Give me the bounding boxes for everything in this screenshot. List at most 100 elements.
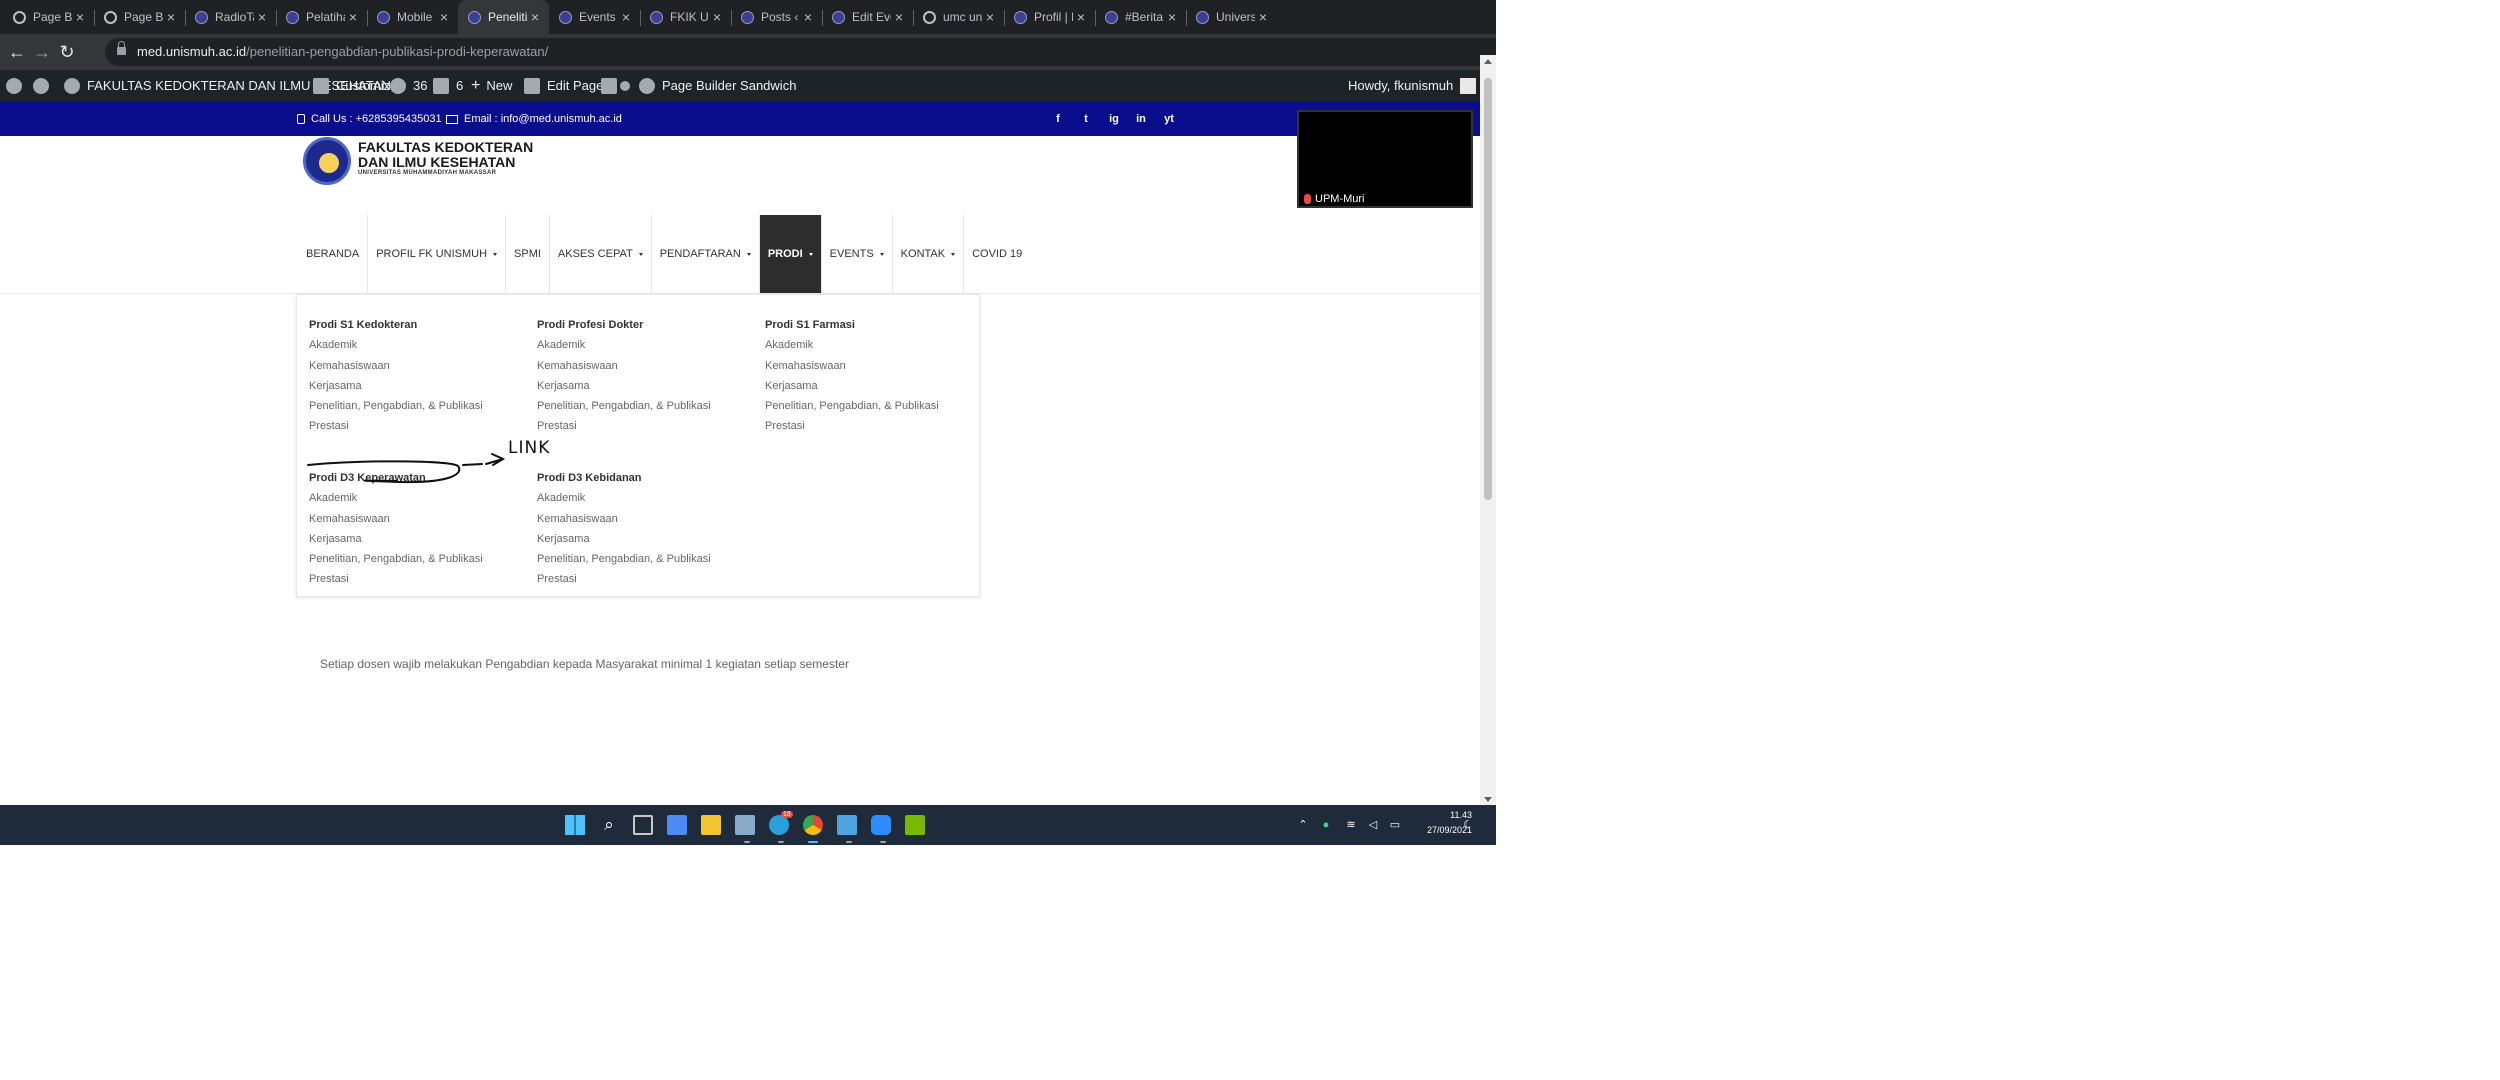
mega-menu-link[interactable]: Kerjasama bbox=[309, 376, 529, 396]
admin-search-icon[interactable]: ⌕ bbox=[1460, 70, 1468, 102]
back-icon[interactable]: ← bbox=[5, 40, 29, 64]
mega-menu-link[interactable]: Akademik bbox=[765, 335, 985, 355]
close-tab-icon[interactable]: × bbox=[618, 9, 634, 25]
close-tab-icon[interactable]: × bbox=[982, 9, 998, 25]
customizer-icon[interactable] bbox=[33, 70, 56, 102]
forward-icon[interactable]: → bbox=[30, 40, 54, 64]
close-tab-icon[interactable]: × bbox=[254, 9, 270, 25]
browser-tab[interactable]: Universita× bbox=[1186, 0, 1277, 34]
customize-link[interactable]: Customize bbox=[313, 70, 397, 102]
windows-start-icon[interactable] bbox=[565, 815, 585, 835]
howdy-account[interactable]: Howdy, fkunismuh bbox=[1348, 70, 1477, 102]
nav-item-events[interactable]: EVENTS bbox=[822, 215, 893, 293]
browser-tab[interactable]: FKIK Univ× bbox=[640, 0, 731, 34]
mega-menu-heading[interactable]: Prodi S1 Kedokteran bbox=[309, 315, 529, 335]
clock-time[interactable]: 11.43 bbox=[1432, 810, 1472, 820]
browser-tab[interactable]: Edit Event× bbox=[822, 0, 913, 34]
nav-item-beranda[interactable]: BERANDA bbox=[298, 215, 369, 293]
close-tab-icon[interactable]: × bbox=[1255, 9, 1271, 25]
browser-tab[interactable]: Mobile Va× bbox=[367, 0, 458, 34]
reload-icon[interactable]: ↻ bbox=[55, 40, 79, 64]
wordpress-logo-icon[interactable] bbox=[6, 70, 29, 102]
mega-menu-link[interactable]: Penelitian, Pengabdian, & Publikasi bbox=[537, 396, 757, 416]
mega-menu-link[interactable]: Penelitian, Pengabdian, & Publikasi bbox=[309, 549, 529, 569]
mega-menu-link[interactable]: Akademik bbox=[309, 335, 529, 355]
mega-menu-link[interactable]: Akademik bbox=[537, 335, 757, 355]
browser-tab[interactable]: #Berita | F× bbox=[1095, 0, 1186, 34]
scroll-up-arrow-icon[interactable] bbox=[1484, 59, 1492, 64]
mega-menu-heading[interactable]: Prodi D3 Kebidanan bbox=[537, 468, 757, 488]
close-tab-icon[interactable]: × bbox=[345, 9, 361, 25]
mega-menu-link[interactable]: Kemahasiswaan bbox=[309, 509, 529, 529]
nav-item-spmi[interactable]: SPMI bbox=[506, 215, 550, 293]
nav-item-covid-19[interactable]: COVID 19 bbox=[964, 215, 1030, 293]
logo-line-2[interactable]: DAN ILMU KESEHATAN bbox=[358, 155, 515, 170]
battery-icon[interactable]: ▭ bbox=[1387, 817, 1403, 833]
facebook-icon[interactable]: f bbox=[1051, 112, 1065, 126]
new-content-link[interactable]: + New bbox=[471, 70, 512, 102]
nvidia-icon[interactable] bbox=[905, 815, 925, 835]
updates-link[interactable]: 36 bbox=[390, 70, 427, 102]
mega-menu-link[interactable]: Kerjasama bbox=[309, 529, 529, 549]
zoom-icon[interactable] bbox=[871, 815, 891, 835]
mega-menu-link[interactable]: Kerjasama bbox=[537, 529, 757, 549]
youtube-icon[interactable]: yt bbox=[1162, 112, 1176, 126]
browser-tab[interactable]: Events - F× bbox=[549, 0, 640, 34]
volume-icon[interactable]: ◁ bbox=[1365, 817, 1381, 833]
browser-tab[interactable]: Pelatihan× bbox=[276, 0, 367, 34]
mega-menu-link[interactable]: Kemahasiswaan bbox=[309, 356, 529, 376]
wifi-icon[interactable]: ≋ bbox=[1343, 817, 1359, 833]
linkedin-icon[interactable]: in bbox=[1134, 112, 1148, 126]
browser-tab[interactable]: Penelitian× bbox=[458, 0, 549, 34]
close-tab-icon[interactable]: × bbox=[72, 9, 88, 25]
edit-page-link[interactable]: Edit Page bbox=[524, 70, 603, 102]
mega-menu-heading[interactable]: Prodi S1 Farmasi bbox=[765, 315, 985, 335]
nav-item-akses-cepat[interactable]: AKSES CEPAT bbox=[550, 215, 652, 293]
close-tab-icon[interactable]: × bbox=[1073, 9, 1089, 25]
file-explorer-icon[interactable] bbox=[701, 815, 721, 835]
scroll-down-arrow-icon[interactable] bbox=[1484, 797, 1492, 802]
phone-number[interactable]: +6285395435031 bbox=[356, 102, 442, 136]
browser-tab[interactable]: Profil | PR× bbox=[1004, 0, 1095, 34]
telegram-icon[interactable] bbox=[769, 815, 789, 835]
widgets-icon[interactable] bbox=[667, 815, 687, 835]
mega-menu-link[interactable]: Prestasi bbox=[309, 416, 529, 436]
mega-menu-link[interactable]: Kerjasama bbox=[765, 376, 985, 396]
chrome-icon[interactable] bbox=[803, 815, 823, 835]
close-tab-icon[interactable]: × bbox=[891, 9, 907, 25]
mega-menu-link[interactable]: Kemahasiswaan bbox=[537, 509, 757, 529]
tray-overflow-icon[interactable]: ⌃ bbox=[1295, 817, 1311, 833]
mega-menu-link[interactable]: Penelitian, Pengabdian, & Publikasi bbox=[309, 396, 529, 416]
close-tab-icon[interactable]: × bbox=[1164, 9, 1180, 25]
close-tab-icon[interactable]: × bbox=[709, 9, 725, 25]
microphone-icon[interactable]: ● bbox=[1318, 817, 1334, 833]
nav-item-prodi[interactable]: PRODI bbox=[759, 215, 822, 293]
photos-icon[interactable] bbox=[735, 815, 755, 835]
faculty-logo-emblem[interactable] bbox=[303, 137, 351, 185]
nav-item-profil-fk-unismuh[interactable]: PROFIL FK UNISMUH bbox=[368, 215, 507, 293]
browser-tab[interactable]: Page Buil× bbox=[3, 0, 94, 34]
browser-tab[interactable]: Page Buil× bbox=[94, 0, 185, 34]
page-builder-link[interactable]: Page Builder Sandwich bbox=[639, 70, 796, 102]
close-tab-icon[interactable]: × bbox=[800, 9, 816, 25]
browser-tab[interactable]: RadioTalk× bbox=[185, 0, 276, 34]
mega-menu-link[interactable]: Prestasi bbox=[765, 416, 985, 436]
close-tab-icon[interactable]: × bbox=[163, 9, 179, 25]
mega-menu-link[interactable]: Kerjasama bbox=[537, 376, 757, 396]
email-address[interactable]: info@med.unismuh.ac.id bbox=[501, 102, 622, 136]
mega-menu-link[interactable]: Kemahasiswaan bbox=[537, 356, 757, 376]
browser-tab[interactable]: Posts ‹ FA× bbox=[731, 0, 822, 34]
url-text[interactable]: med.unismuh.ac.id/penelitian-pengabdian-… bbox=[137, 44, 548, 59]
clock-date[interactable]: 27/09/2021 bbox=[1422, 825, 1472, 835]
close-tab-icon[interactable]: × bbox=[527, 9, 543, 25]
nav-item-pendaftaran[interactable]: PENDAFTARAN bbox=[652, 215, 760, 293]
mega-menu-link[interactable]: Prestasi bbox=[537, 416, 757, 436]
mega-menu-link[interactable]: Penelitian, Pengabdian, & Publikasi bbox=[765, 396, 985, 416]
close-tab-icon[interactable]: × bbox=[436, 9, 452, 25]
mega-menu-link[interactable]: Prestasi bbox=[537, 569, 757, 589]
notepad-icon[interactable] bbox=[837, 815, 857, 835]
twitter-icon[interactable]: t bbox=[1079, 112, 1093, 126]
mega-menu-link[interactable]: Akademik bbox=[309, 488, 529, 508]
mega-menu-heading[interactable]: Prodi Profesi Dokter bbox=[537, 315, 757, 335]
logo-line-1[interactable]: FAKULTAS KEDOKTERAN bbox=[358, 140, 533, 155]
